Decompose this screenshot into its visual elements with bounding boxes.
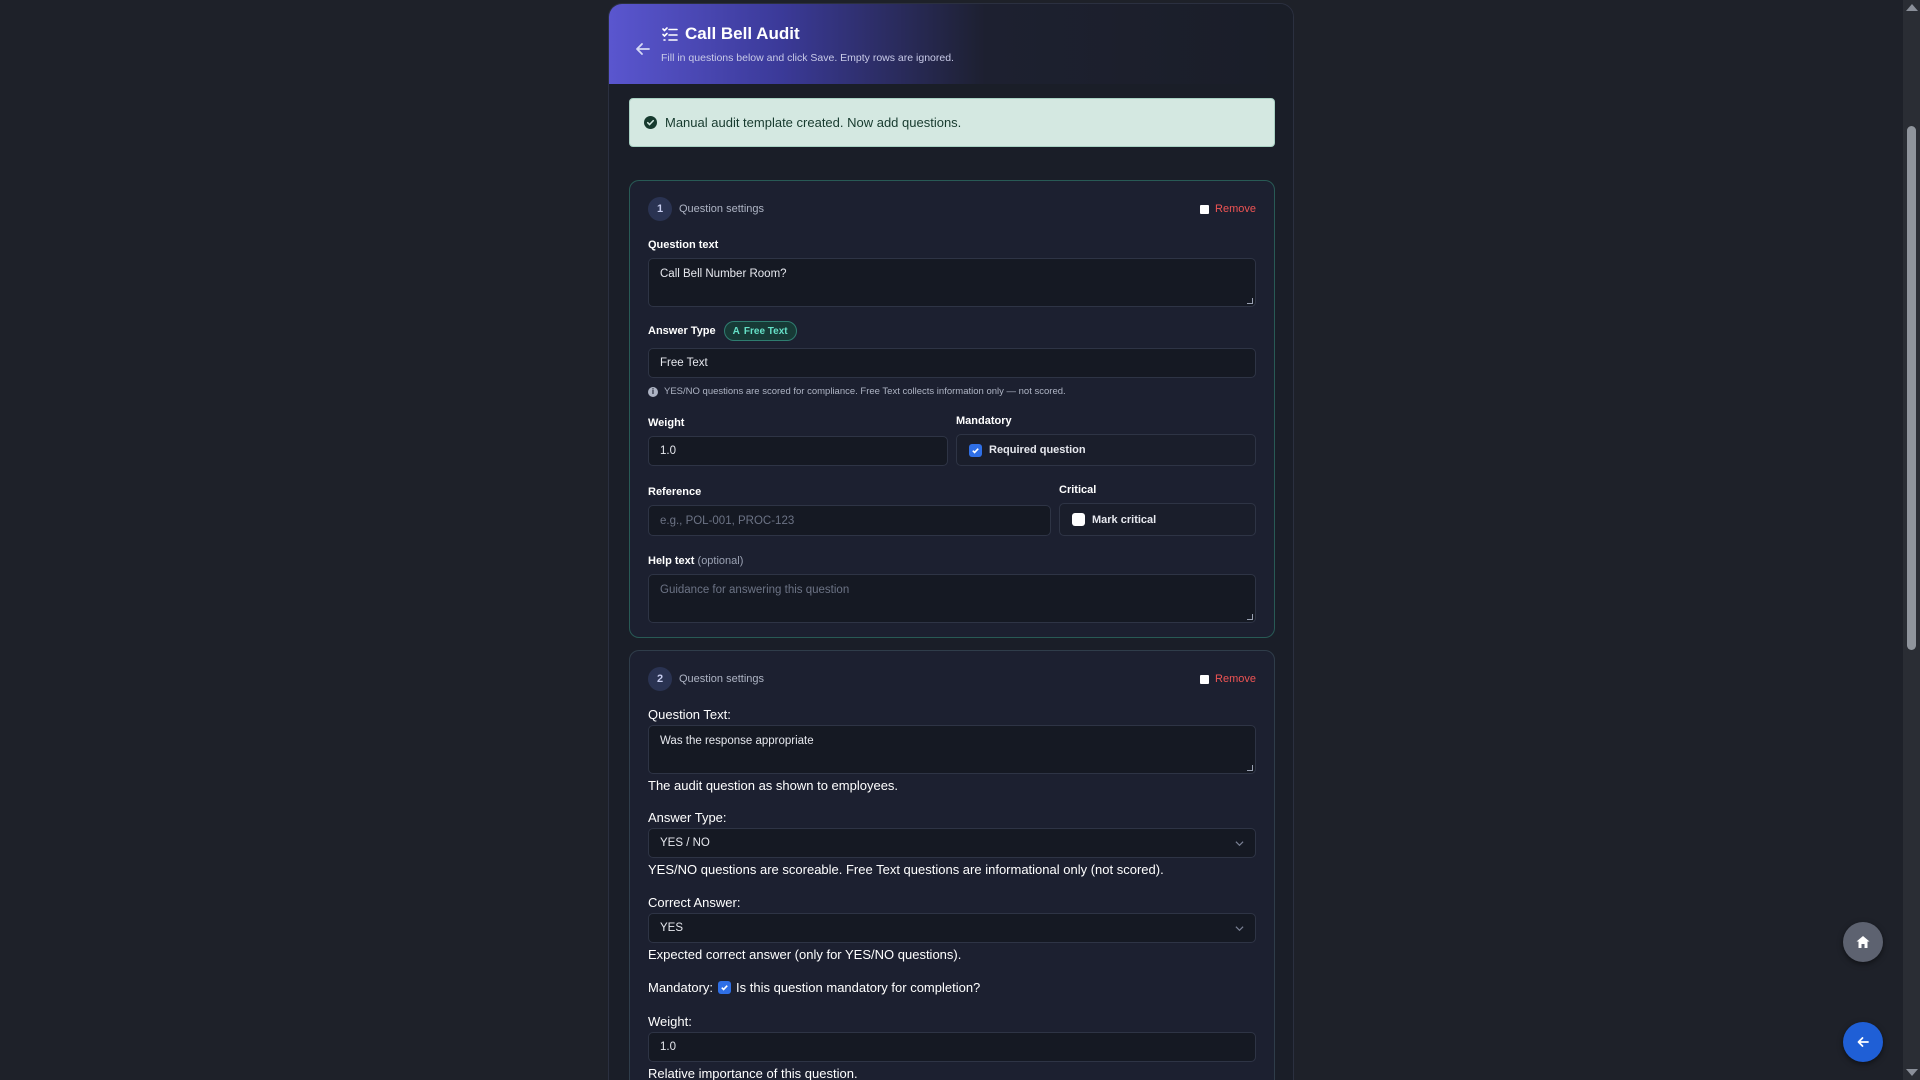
remove-label: Remove [1215,673,1256,685]
weight-input[interactable]: 1.0 [648,1032,1256,1062]
success-alert: Manual audit template created. Now add q… [629,98,1275,147]
weight-label: Weight: [648,1014,692,1029]
mandatory-label: Mandatory: [648,980,714,995]
correct-answer-help: Expected correct answer (only for YES/NO… [648,947,962,962]
audit-card: Call Bell Audit Fill in questions below … [608,3,1294,1080]
arrow-left-icon [1857,1037,1869,1047]
question-text-input[interactable]: Call Bell Number Room? [648,258,1256,307]
section-label: Question settings [679,673,764,685]
answer-type-select[interactable]: Free Text [648,348,1256,378]
correct-answer-label: Correct Answer: [648,895,741,910]
answer-type-label: Answer Type [648,325,716,337]
weight-label: Weight [648,417,685,429]
home-button[interactable] [1843,922,1883,962]
question-card-2: 2 Question settings Remove Question Text… [629,650,1275,1080]
check-icon [972,447,979,454]
page-subtitle: Fill in questions below and click Save. … [661,52,954,64]
remove-button[interactable]: Remove [1200,673,1256,685]
help-text-label: Help text (optional) [648,555,744,567]
critical-field[interactable]: Mark critical [1059,503,1256,536]
section-label: Question settings [679,203,764,215]
header: Call Bell Audit Fill in questions below … [609,4,1293,84]
check-icon [721,985,728,991]
question-number: 1 [648,197,672,221]
mandatory-checkbox[interactable] [718,981,732,994]
help-text-input[interactable]: Guidance for answering this question [648,574,1256,623]
check-circle-icon [644,116,657,129]
answer-type-select[interactable]: YES / NO [648,828,1256,858]
page-title: Call Bell Audit [685,24,800,43]
remove-checkbox[interactable] [1200,204,1210,214]
resize-grip-icon[interactable] [1247,614,1253,620]
chevron-down-icon [1235,840,1244,846]
back-button[interactable] [1843,1022,1883,1062]
scrollbar[interactable] [1903,0,1920,1080]
mandatory-row: Mandatory: Is this question mandatory fo… [648,980,980,995]
mandatory-label: Mandatory [956,415,1012,427]
correct-answer-select[interactable]: YES [648,913,1256,943]
question-text-input[interactable]: Was the response appropriate [648,725,1256,774]
question-text-label: Question text [648,239,719,251]
scroll-up-arrow-icon[interactable] [1906,4,1918,11]
list-check-icon [662,27,678,41]
remove-checkbox[interactable] [1200,674,1210,684]
answer-type-label: Answer Type: [648,810,727,825]
question-text-label: Question Text: [648,707,731,722]
text-type-icon: A [732,325,740,337]
critical-checkbox[interactable] [1072,513,1085,526]
answer-type-help: YES/NO questions are scoreable. Free Tex… [648,862,1164,877]
reference-label: Reference [648,486,702,498]
alert-text: Manual audit template created. Now add q… [665,115,962,130]
weight-input[interactable]: 1.0 [648,436,948,466]
back-arrow-icon[interactable] [633,39,653,59]
question-card-1: 1 Question settings Remove Question text… [629,180,1275,638]
mandatory-checkbox[interactable] [969,443,982,457]
remove-label: Remove [1215,203,1256,215]
question-text-help: The audit question as shown to employees… [648,778,899,793]
answer-type-badge: A Free Text [723,321,797,341]
chevron-down-icon [1235,925,1244,931]
info-icon: i [648,386,658,397]
mandatory-checkbox-label: Is this question mandatory for completio… [736,980,981,995]
home-icon [1856,936,1870,948]
resize-grip-icon[interactable] [1247,765,1253,771]
answer-type-hint: i YES/NO questions are scored for compli… [648,386,1066,397]
weight-help: Relative importance of this question. [648,1066,858,1080]
resize-grip-icon[interactable] [1247,298,1253,304]
reference-input[interactable]: e.g., POL-001, PROC-123 [648,505,1051,536]
remove-button[interactable]: Remove [1200,203,1256,215]
scroll-down-arrow-icon[interactable] [1906,1069,1918,1076]
mandatory-field[interactable]: Required question [956,434,1256,466]
scrollbar-thumb[interactable] [1907,126,1916,650]
critical-label: Critical [1059,484,1097,496]
question-number: 2 [648,667,672,691]
